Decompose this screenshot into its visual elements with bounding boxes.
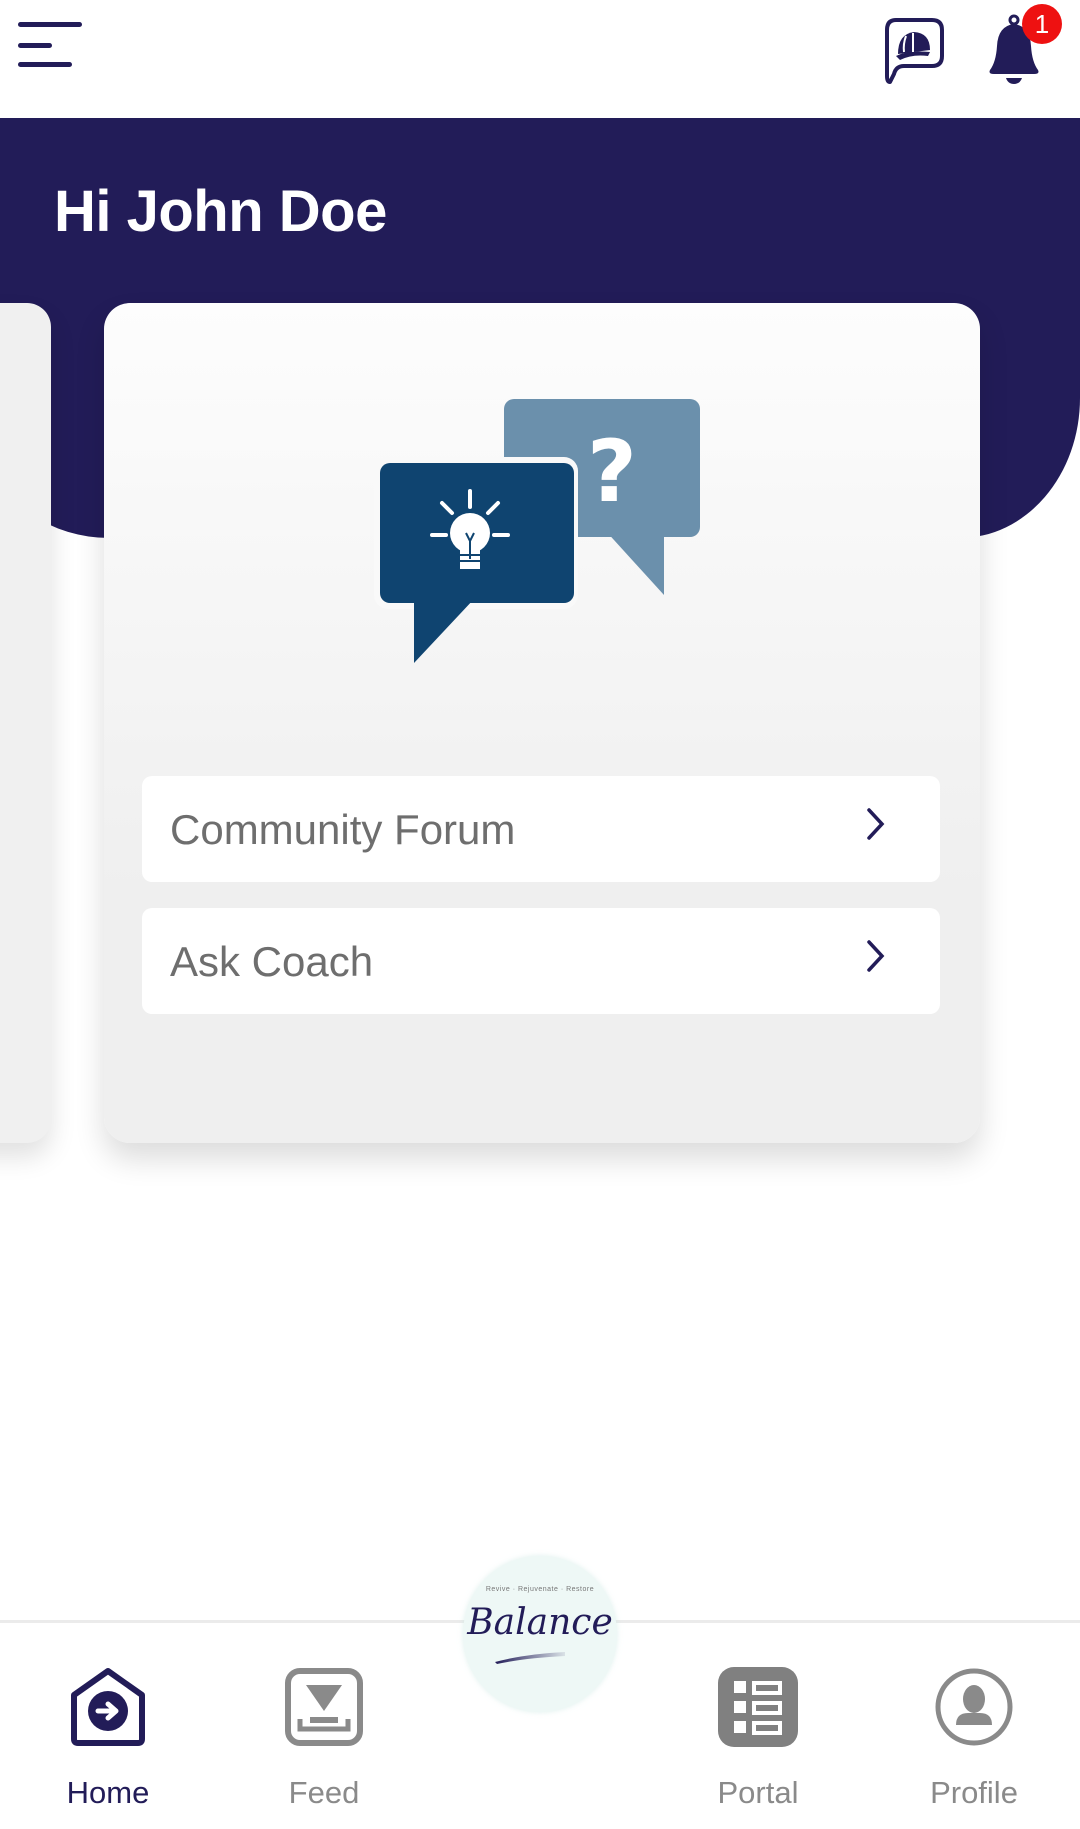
chat-bubbles-illustration: ? <box>374 399 714 679</box>
hamburger-menu-icon[interactable] <box>14 20 84 74</box>
nav-feed-label: Feed <box>288 1775 360 1810</box>
svg-text:?: ? <box>587 422 637 522</box>
ask-coach-button[interactable]: Ask Coach <box>142 908 940 1014</box>
nav-portal[interactable]: Portal <box>683 1647 833 1810</box>
coach-chat-icon[interactable] <box>882 16 946 84</box>
nav-portal-label: Portal <box>717 1775 799 1810</box>
chevron-right-icon <box>867 940 885 972</box>
community-card: ? Community Forum Ask Coach <box>104 303 980 1143</box>
logo-wordmark: Balance <box>467 1602 613 1643</box>
nav-profile-label: Profile <box>930 1775 1018 1810</box>
ask-coach-label: Ask Coach <box>170 938 374 985</box>
brush-stroke-icon <box>495 1652 565 1664</box>
previous-card[interactable] <box>0 303 51 1143</box>
feed-icon <box>285 1668 363 1746</box>
nav-home[interactable]: Home <box>33 1647 183 1810</box>
community-forum-button[interactable]: Community Forum <box>142 776 940 882</box>
lightbulb-bubble-icon <box>380 463 574 663</box>
balance-logo-button[interactable]: Revive · Rejuvenate · Restore Balance <box>463 1556 617 1712</box>
nav-profile[interactable]: Profile <box>899 1647 1049 1810</box>
portal-icon <box>718 1667 798 1747</box>
nav-feed[interactable]: Feed <box>249 1647 399 1810</box>
chevron-right-icon <box>867 808 885 840</box>
nav-home-label: Home <box>66 1775 150 1810</box>
home-icon <box>71 1668 145 1746</box>
community-forum-label: Community Forum <box>170 806 516 853</box>
logo-tagline: Revive · Rejuvenate · Restore <box>485 1586 595 1593</box>
top-bar: 1 <box>0 0 1080 118</box>
profile-icon <box>935 1668 1013 1746</box>
notification-badge: 1 <box>1022 4 1062 44</box>
greeting-title: Hi John Doe <box>54 179 387 244</box>
